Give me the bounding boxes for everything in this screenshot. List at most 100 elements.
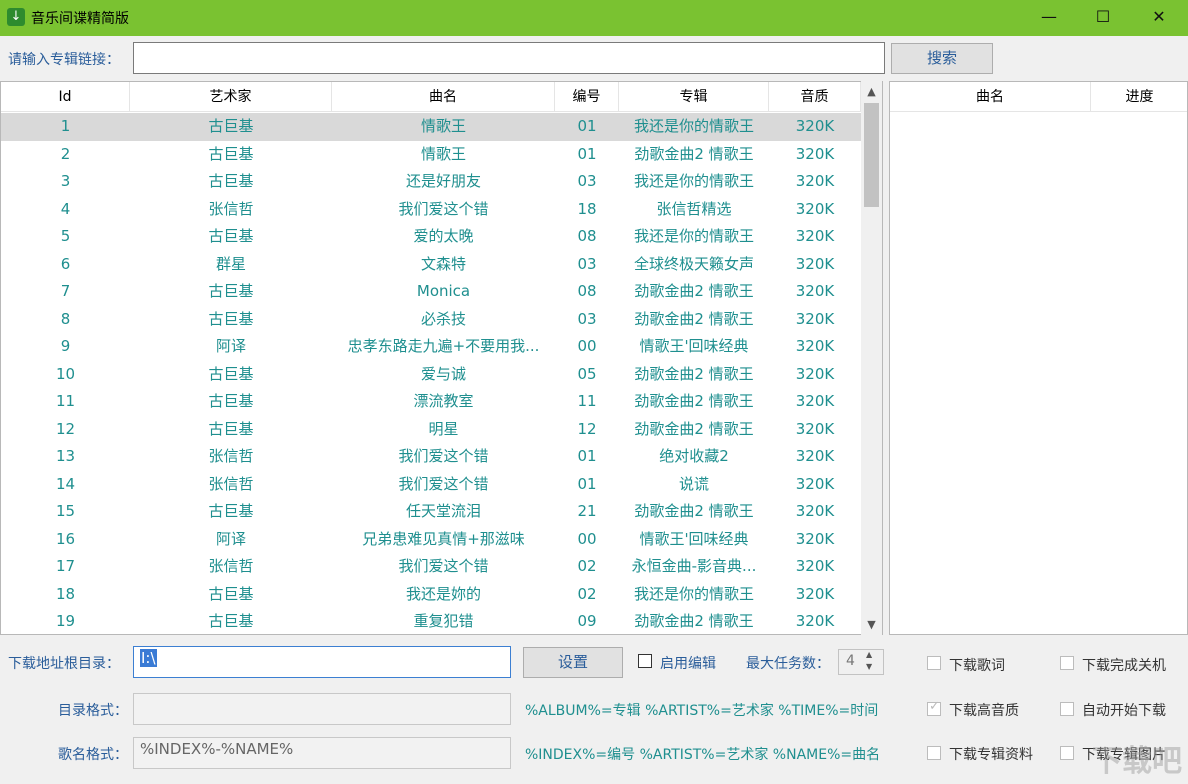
album-cell: 情歌王'回味经典 xyxy=(619,526,769,554)
quality-cell: 320K xyxy=(769,388,861,416)
album-cell: 劲歌金曲2 情歌王 xyxy=(619,498,769,526)
quality-cell: 320K xyxy=(769,223,861,251)
song-table-scrollbar[interactable]: ▲ ▼ xyxy=(861,81,882,635)
table-row[interactable]: 13张信哲我们爱这个错01绝对收藏2320K xyxy=(1,443,861,471)
table-row[interactable]: 5古巨基爱的太晚08我还是你的情歌王320K xyxy=(1,223,861,251)
column-header[interactable]: 曲名 xyxy=(890,82,1091,112)
id-cell: 10 xyxy=(1,361,130,389)
spinner-up-icon[interactable]: ▲ xyxy=(866,650,872,659)
dir-format-label: 目录格式： xyxy=(8,700,128,720)
enable-edit-checkbox[interactable] xyxy=(638,654,652,668)
album-cell: 我还是你的情歌王 xyxy=(619,113,769,141)
quality-cell: 320K xyxy=(769,168,861,196)
shutdown-checkbox[interactable] xyxy=(1060,656,1074,670)
shutdown-label: 下载完成关机 xyxy=(1082,655,1166,675)
album-cell: 劲歌金曲2 情歌王 xyxy=(619,361,769,389)
table-row[interactable]: 10古巨基爱与诚05劲歌金曲2 情歌王320K xyxy=(1,361,861,389)
download-root-input[interactable]: I:\ xyxy=(133,646,511,678)
album-cell: 说谎 xyxy=(619,471,769,499)
quality-cell: 320K xyxy=(769,553,861,581)
download-lyrics-checkbox[interactable] xyxy=(927,656,941,670)
album-pic-checkbox[interactable] xyxy=(1060,746,1074,760)
download-hq-checkbox[interactable]: ✓ xyxy=(927,702,941,716)
track-cell: 21 xyxy=(555,498,619,526)
quality-cell: 320K xyxy=(769,278,861,306)
table-row[interactable]: 12古巨基明星12劲歌金曲2 情歌王320K xyxy=(1,416,861,444)
download-table-header: 曲名 进度 xyxy=(890,82,1188,112)
search-button[interactable]: 搜索 xyxy=(891,43,993,74)
id-cell: 7 xyxy=(1,278,130,306)
title-cell: 重复犯错 xyxy=(332,608,555,635)
album-link-input[interactable] xyxy=(133,42,885,74)
table-row[interactable]: 16阿译兄弟患难见真情+那滋味00情歌王'回味经典320K xyxy=(1,526,861,554)
artist-cell: 古巨基 xyxy=(130,361,332,389)
download-table: 曲名 进度 xyxy=(889,81,1188,635)
artist-cell: 古巨基 xyxy=(130,388,332,416)
close-button[interactable]: ✕ xyxy=(1136,2,1182,32)
table-row[interactable]: 2古巨基情歌王01劲歌金曲2 情歌王320K xyxy=(1,141,861,169)
table-row[interactable]: 18古巨基我还是妳的02我还是你的情歌王320K xyxy=(1,581,861,609)
song-table-header: Id艺术家曲名编号专辑音质 xyxy=(1,82,861,112)
table-row[interactable]: 6群星文森特03全球终极天籁女声320K xyxy=(1,251,861,279)
set-button[interactable]: 设置 xyxy=(523,647,623,678)
id-cell: 5 xyxy=(1,223,130,251)
name-format-input[interactable]: %INDEX%-%NAME% xyxy=(133,737,511,769)
minimize-button[interactable]: — xyxy=(1026,2,1072,32)
id-cell: 17 xyxy=(1,553,130,581)
table-row[interactable]: 19古巨基重复犯错09劲歌金曲2 情歌王320K xyxy=(1,608,861,635)
title-cell: 任天堂流泪 xyxy=(332,498,555,526)
table-row[interactable]: 1古巨基情歌王01我还是你的情歌王320K xyxy=(1,113,861,141)
column-header[interactable]: 专辑 xyxy=(619,82,769,112)
artist-cell: 古巨基 xyxy=(130,608,332,635)
column-header[interactable]: 曲名 xyxy=(332,82,555,112)
artist-cell: 古巨基 xyxy=(130,113,332,141)
table-row[interactable]: 11古巨基漂流教室11劲歌金曲2 情歌王320K xyxy=(1,388,861,416)
table-row[interactable]: 17张信哲我们爱这个错02永恒金曲-影音典...320K xyxy=(1,553,861,581)
dir-format-hint: %ALBUM%=专辑 %ARTIST%=艺术家 %TIME%=时间 xyxy=(525,700,878,720)
spinner-down-icon[interactable]: ▼ xyxy=(866,662,872,671)
window-title: 音乐间谍精简版 xyxy=(31,8,129,28)
artist-cell: 古巨基 xyxy=(130,416,332,444)
artist-cell: 古巨基 xyxy=(130,168,332,196)
artist-cell: 张信哲 xyxy=(130,553,332,581)
album-cell: 情歌王'回味经典 xyxy=(619,333,769,361)
autostart-checkbox[interactable] xyxy=(1060,702,1074,716)
download-lyrics-label: 下载歌词 xyxy=(949,655,1005,675)
table-row[interactable]: 15古巨基任天堂流泪21劲歌金曲2 情歌王320K xyxy=(1,498,861,526)
table-row[interactable]: 14张信哲我们爱这个错01说谎320K xyxy=(1,471,861,499)
enable-edit-label: 启用编辑 xyxy=(660,653,716,673)
column-header[interactable]: Id xyxy=(1,82,130,112)
quality-cell: 320K xyxy=(769,361,861,389)
dir-format-input[interactable] xyxy=(133,693,511,725)
maximize-button[interactable]: ☐ xyxy=(1080,2,1126,32)
id-cell: 4 xyxy=(1,196,130,224)
album-info-checkbox[interactable] xyxy=(927,746,941,760)
scrollbar-thumb[interactable] xyxy=(864,103,879,207)
table-row[interactable]: 7古巨基Monica08劲歌金曲2 情歌王320K xyxy=(1,278,861,306)
artist-cell: 古巨基 xyxy=(130,223,332,251)
album-info-label: 下载专辑资料 xyxy=(949,744,1033,764)
column-header[interactable]: 艺术家 xyxy=(130,82,332,112)
column-header[interactable]: 音质 xyxy=(769,82,861,112)
id-cell: 6 xyxy=(1,251,130,279)
artist-cell: 张信哲 xyxy=(130,443,332,471)
id-cell: 9 xyxy=(1,333,130,361)
id-cell: 12 xyxy=(1,416,130,444)
column-header[interactable]: 进度 xyxy=(1091,82,1188,112)
table-row[interactable]: 8古巨基必杀技03劲歌金曲2 情歌王320K xyxy=(1,306,861,334)
quality-cell: 320K xyxy=(769,608,861,635)
quality-cell: 320K xyxy=(769,416,861,444)
artist-cell: 古巨基 xyxy=(130,498,332,526)
title-cell: 我们爱这个错 xyxy=(332,443,555,471)
max-tasks-value: 4 xyxy=(846,653,855,669)
table-row[interactable]: 9阿译忠孝东路走九遍+不要用我...00情歌王'回味经典320K xyxy=(1,333,861,361)
scroll-down-icon[interactable]: ▼ xyxy=(861,615,882,635)
quality-cell: 320K xyxy=(769,443,861,471)
max-tasks-spinner[interactable]: 4 ▲ ▼ xyxy=(838,649,884,675)
autostart-label: 自动开始下载 xyxy=(1082,700,1166,720)
table-row[interactable]: 4张信哲我们爱这个错18张信哲精选320K xyxy=(1,196,861,224)
table-row[interactable]: 3古巨基还是好朋友03我还是你的情歌王320K xyxy=(1,168,861,196)
scroll-up-icon[interactable]: ▲ xyxy=(861,82,882,102)
column-header[interactable]: 编号 xyxy=(555,82,619,112)
watermark-logo: 下载吧 xyxy=(1092,736,1182,780)
